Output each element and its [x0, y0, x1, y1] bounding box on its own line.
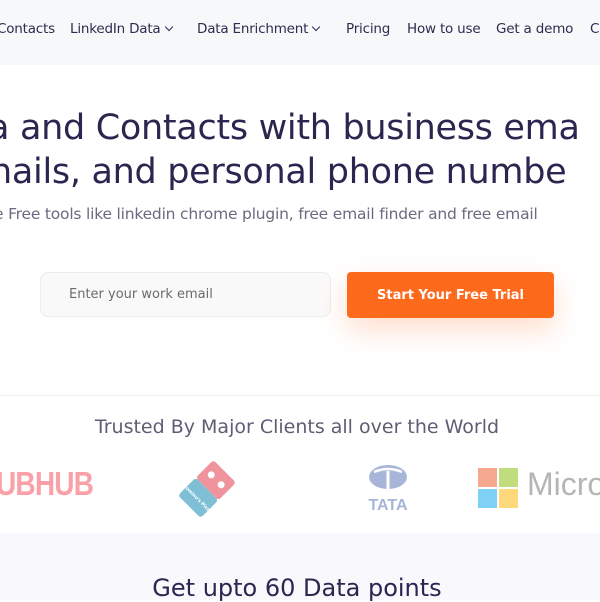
top-nav: Contacts LinkedIn Data Data Enrichment P…	[0, 0, 600, 65]
hero-headline-line1: a and Contacts with business ema	[0, 108, 580, 148]
chevron-down-icon	[311, 22, 321, 32]
hero-headline-line2: nails, and personal phone numbe	[0, 152, 567, 192]
nav-label: Data Enrichment	[197, 21, 309, 37]
chevron-down-icon	[164, 22, 173, 32]
tata-logo: TATA	[368, 465, 408, 513]
data-points-title: Get upto 60 Data points	[152, 574, 442, 602]
hero-subtitle: e Free tools like linkedin chrome plugin…	[0, 205, 538, 223]
nav-label: C	[590, 21, 600, 37]
clients-title: Trusted By Major Clients all over the Wo…	[94, 416, 500, 438]
work-email-input[interactable]	[40, 272, 331, 317]
nav-label: Pricing	[346, 21, 391, 37]
grubhub-logo: UBHUB	[0, 465, 94, 502]
divider	[0, 395, 600, 396]
nav-item-how-to-use[interactable]: How to use	[407, 21, 481, 37]
nav-label: LinkedIn Data	[70, 21, 161, 37]
nav-item-contacts[interactable]: Contacts	[0, 21, 55, 37]
microsoft-wordmark: Micro	[527, 466, 600, 502]
tata-wordmark: TATA	[368, 497, 408, 513]
start-free-trial-button[interactable]: Start Your Free Trial	[347, 272, 554, 318]
nav-label: How to use	[407, 21, 481, 37]
nav-item-linkedin-data[interactable]: LinkedIn Data	[70, 21, 173, 37]
microsoft-logo	[478, 468, 518, 508]
nav-item-more[interactable]: C	[590, 21, 599, 37]
nav-item-get-a-demo[interactable]: Get a demo	[496, 21, 573, 37]
nav-item-pricing[interactable]: Pricing	[346, 21, 390, 37]
nav-item-data-enrichment[interactable]: Data Enrichment	[197, 21, 321, 37]
dominos-logo: Domino's Pizza	[179, 461, 235, 517]
nav-label: Contacts	[0, 21, 55, 37]
nav-label: Get a demo	[496, 21, 574, 37]
